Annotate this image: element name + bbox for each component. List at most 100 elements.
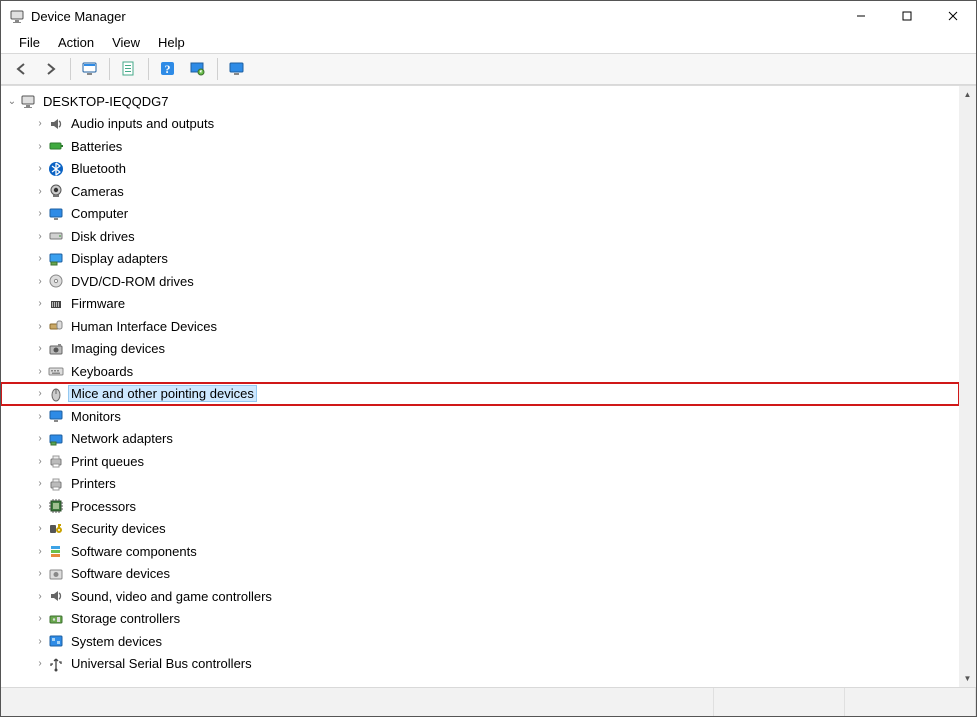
tree-item-label: DVD/CD-ROM drives bbox=[69, 274, 196, 289]
tree-item-display[interactable]: ›Display adapters bbox=[1, 248, 959, 271]
controller-icon bbox=[47, 610, 65, 628]
expand-arrow-icon[interactable]: › bbox=[33, 208, 47, 219]
toolbar-show-hidden-button[interactable] bbox=[76, 56, 104, 82]
expand-arrow-icon[interactable]: › bbox=[33, 433, 47, 444]
maximize-button[interactable] bbox=[884, 1, 930, 31]
tree-item-label: Network adapters bbox=[69, 431, 175, 446]
expand-arrow-icon[interactable]: › bbox=[33, 321, 47, 332]
tree-item-label: Print queues bbox=[69, 454, 146, 469]
expand-arrow-icon[interactable]: › bbox=[33, 118, 47, 129]
tree-item-printq[interactable]: › Print queues bbox=[1, 450, 959, 473]
tree-item-label: Keyboards bbox=[69, 364, 135, 379]
menubar: File Action View Help bbox=[1, 31, 976, 53]
toolbar-devices-button[interactable] bbox=[223, 56, 251, 82]
tree-item-computer[interactable]: ›Computer bbox=[1, 203, 959, 226]
scroll-up-button[interactable]: ▲ bbox=[959, 86, 976, 103]
app-icon bbox=[9, 8, 25, 24]
menu-file[interactable]: File bbox=[10, 33, 49, 52]
tree-item-swdev[interactable]: ›Software devices bbox=[1, 563, 959, 586]
expand-arrow-icon[interactable]: › bbox=[33, 523, 47, 534]
tree-item-batteries[interactable]: ›Batteries bbox=[1, 135, 959, 158]
expand-arrow-icon[interactable]: › bbox=[33, 546, 47, 557]
tree-item-dvd[interactable]: › DVD/CD-ROM drives bbox=[1, 270, 959, 293]
minimize-button[interactable] bbox=[838, 1, 884, 31]
key-icon bbox=[47, 520, 65, 538]
tree-item-mice[interactable]: › Mice and other pointing devices bbox=[1, 383, 959, 406]
scroll-track[interactable] bbox=[959, 103, 976, 670]
statusbar bbox=[1, 687, 976, 716]
expand-arrow-icon[interactable]: › bbox=[33, 658, 47, 669]
tree-item-label: System devices bbox=[69, 634, 164, 649]
tree-item-cpu[interactable]: › Processors bbox=[1, 495, 959, 518]
menu-help[interactable]: Help bbox=[149, 33, 194, 52]
tree-item-label: Human Interface Devices bbox=[69, 319, 219, 334]
expand-arrow-icon[interactable]: › bbox=[33, 636, 47, 647]
expand-arrow-icon[interactable]: › bbox=[33, 343, 47, 354]
titlebar: Device Manager bbox=[1, 1, 976, 31]
toolbar-separator bbox=[109, 58, 110, 80]
expand-arrow-icon[interactable]: › bbox=[33, 456, 47, 467]
tree-item-label: Imaging devices bbox=[69, 341, 167, 356]
expand-arrow-icon[interactable]: › bbox=[33, 141, 47, 152]
expand-arrow-icon[interactable]: › bbox=[33, 163, 47, 174]
expand-arrow-icon[interactable]: › bbox=[33, 501, 47, 512]
status-cell bbox=[845, 688, 976, 716]
tree-item-hid[interactable]: › Human Interface Devices bbox=[1, 315, 959, 338]
expand-arrow-icon[interactable]: › bbox=[33, 231, 47, 242]
tree-item-label: Processors bbox=[69, 499, 138, 514]
tree-item-cameras[interactable]: › Cameras bbox=[1, 180, 959, 203]
tree-item-usb[interactable]: ›Universal Serial Bus controllers bbox=[1, 653, 959, 676]
tree-item-keyboards[interactable]: › Keyboards bbox=[1, 360, 959, 383]
tree-item-system[interactable]: › System devices bbox=[1, 630, 959, 653]
expand-arrow-icon[interactable]: ⌄ bbox=[5, 96, 19, 107]
tree-item-label: Disk drives bbox=[69, 229, 137, 244]
tree-item-swcomp[interactable]: ›Software components bbox=[1, 540, 959, 563]
tree-item-firmware[interactable]: ›Firmware bbox=[1, 293, 959, 316]
tree-item-imaging[interactable]: › Imaging devices bbox=[1, 338, 959, 361]
nic-icon bbox=[47, 430, 65, 448]
expand-arrow-icon[interactable]: › bbox=[33, 276, 47, 287]
toolbar-back-button[interactable] bbox=[7, 56, 35, 82]
toolbar-scan-button[interactable] bbox=[184, 56, 212, 82]
device-tree[interactable]: ⌄DESKTOP-IEQQDG7›Audio inputs and output… bbox=[1, 86, 959, 687]
tree-item-storage[interactable]: › Storage controllers bbox=[1, 608, 959, 631]
battery-icon bbox=[47, 137, 65, 155]
expand-arrow-icon[interactable]: › bbox=[33, 253, 47, 264]
tree-root[interactable]: ⌄DESKTOP-IEQQDG7 bbox=[1, 90, 959, 113]
tree-item-security[interactable]: ›Security devices bbox=[1, 518, 959, 541]
hid-icon bbox=[47, 317, 65, 335]
toolbar-separator bbox=[70, 58, 71, 80]
expand-arrow-icon[interactable]: › bbox=[33, 568, 47, 579]
tree-item-printers[interactable]: ›Printers bbox=[1, 473, 959, 496]
toolbar bbox=[1, 53, 976, 85]
expand-arrow-icon[interactable]: › bbox=[33, 478, 47, 489]
scroll-down-button[interactable]: ▼ bbox=[959, 670, 976, 687]
tree-item-audio[interactable]: ›Audio inputs and outputs bbox=[1, 113, 959, 136]
toolbar-forward-button[interactable] bbox=[37, 56, 65, 82]
toolbar-help-button[interactable] bbox=[154, 56, 182, 82]
tree-item-monitors[interactable]: ›Monitors bbox=[1, 405, 959, 428]
toolbar-properties-button[interactable] bbox=[115, 56, 143, 82]
tree-item-label: Storage controllers bbox=[69, 611, 182, 626]
tree-item-disk[interactable]: › Disk drives bbox=[1, 225, 959, 248]
tree-item-label: Cameras bbox=[69, 184, 126, 199]
toolbar-separator bbox=[148, 58, 149, 80]
expand-arrow-icon[interactable]: › bbox=[33, 186, 47, 197]
tree-item-network[interactable]: › Network adapters bbox=[1, 428, 959, 451]
expand-arrow-icon[interactable]: › bbox=[33, 613, 47, 624]
expand-arrow-icon[interactable]: › bbox=[33, 411, 47, 422]
expand-arrow-icon[interactable]: › bbox=[33, 591, 47, 602]
menu-view[interactable]: View bbox=[103, 33, 149, 52]
mouse-icon bbox=[47, 385, 65, 403]
window-title: Device Manager bbox=[31, 9, 126, 24]
bluetooth-icon bbox=[47, 160, 65, 178]
expand-arrow-icon[interactable]: › bbox=[33, 366, 47, 377]
vertical-scrollbar[interactable]: ▲ ▼ bbox=[959, 86, 976, 687]
expand-arrow-icon[interactable]: › bbox=[33, 298, 47, 309]
menu-action[interactable]: Action bbox=[49, 33, 103, 52]
expand-arrow-icon[interactable]: › bbox=[33, 388, 47, 399]
close-button[interactable] bbox=[930, 1, 976, 31]
tree-item-sound[interactable]: ›Sound, video and game controllers bbox=[1, 585, 959, 608]
tree-item-label: Mice and other pointing devices bbox=[69, 386, 256, 401]
tree-item-bluetooth[interactable]: ›Bluetooth bbox=[1, 158, 959, 181]
